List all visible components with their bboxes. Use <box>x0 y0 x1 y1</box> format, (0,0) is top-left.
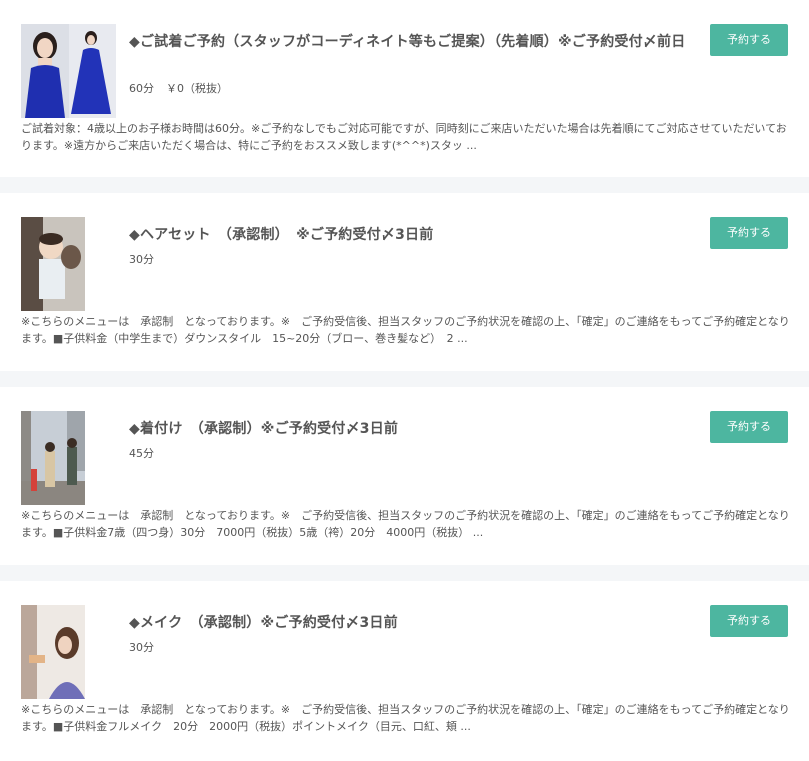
menu-title: ◆ご試着ご予約（スタッフがコーディネイト等もご提案）（先着順）※ご予約受付〆前日 <box>129 34 686 50</box>
menu-card: ◆ご試着ご予約（スタッフがコーディネイト等もご提案）（先着順）※ご予約受付〆前日… <box>0 0 809 177</box>
menu-meta: 30分 <box>129 251 154 267</box>
menu-meta: 60分 ￥0（税抜） <box>129 80 228 96</box>
menu-description: ※こちらのメニューは 承認制 となっております。※ ご予約受信後、担当スタッフの… <box>21 703 790 733</box>
reserve-button[interactable]: 予約する <box>710 217 788 249</box>
menu-description: ※こちらのメニューは 承認制 となっております。※ ご予約受信後、担当スタッフの… <box>21 509 790 539</box>
menu-meta: 45分 <box>129 445 154 461</box>
menu-card: ◆メイク （承認制）※ご予約受付〆3日前 30分 ※こちらのメニューは 承認制 … <box>0 581 809 761</box>
menu-duration: 30分 <box>129 253 154 266</box>
menu-title: ◆ヘアセット （承認制） ※ご予約受付〆3日前 <box>129 227 434 243</box>
menu-description: ※こちらのメニューは 承認制 となっております。※ ご予約受信後、担当スタッフの… <box>21 315 790 345</box>
menu-title: ◆着付け （承認制）※ご予約受付〆3日前 <box>129 421 399 437</box>
menu-duration: 60分 <box>129 82 154 95</box>
menu-title: ◆メイク （承認制）※ご予約受付〆3日前 <box>129 615 398 631</box>
menu-thumbnail <box>21 24 116 118</box>
menu-price: ￥0（税抜） <box>166 82 228 95</box>
reserve-button[interactable]: 予約する <box>710 411 788 443</box>
menu-duration: 45分 <box>129 447 154 460</box>
menu-card: ◆ヘアセット （承認制） ※ご予約受付〆3日前 30分 ※こちらのメニューは 承… <box>0 193 809 371</box>
menu-thumbnail <box>21 217 85 311</box>
reserve-button[interactable]: 予約する <box>710 24 788 56</box>
menu-duration: 30分 <box>129 641 154 654</box>
menu-description: ご試着対象：4歳以上のお子様お時間は60分。※ご予約なしでもご対応可能ですが、同… <box>21 122 787 152</box>
menu-card: ◆着付け （承認制）※ご予約受付〆3日前 45分 ※こちらのメニューは 承認制 … <box>0 387 809 565</box>
menu-thumbnail <box>21 605 85 699</box>
reserve-button[interactable]: 予約する <box>710 605 788 637</box>
menu-thumbnail <box>21 411 85 505</box>
menu-meta: 30分 <box>129 639 154 655</box>
